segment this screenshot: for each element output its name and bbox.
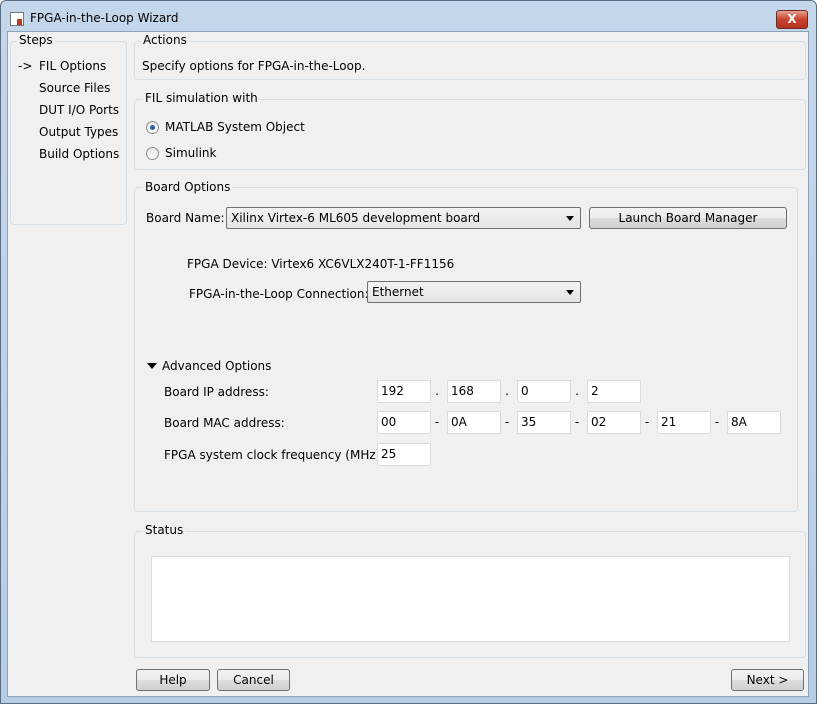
step-fil-options[interactable]: FIL Options (39, 59, 106, 73)
clock-frequency-input[interactable]: 25 (377, 443, 431, 466)
step-build-options[interactable]: Build Options (39, 147, 119, 161)
ip-separator: . (505, 384, 509, 398)
advanced-options-toggle[interactable]: Advanced Options (162, 359, 271, 373)
mac-separator: - (644, 415, 650, 429)
status-text-area[interactable] (151, 556, 790, 642)
status-title: Status (143, 523, 186, 537)
radio-matlab-system-object[interactable] (146, 121, 159, 134)
window-title: FPGA-in-the-Loop Wizard (30, 11, 179, 25)
step-source-files[interactable]: Source Files (39, 81, 110, 95)
expand-triangle-icon[interactable] (147, 363, 157, 369)
clock-frequency-label: FPGA system clock frequency (MHz) (164, 448, 381, 462)
actions-panel: Actions Specify options for FPGA-in-the-… (134, 33, 806, 80)
launch-board-manager-button[interactable]: Launch Board Manager (589, 207, 787, 229)
step-dut-io-ports[interactable]: DUT I/O Ports (39, 103, 119, 117)
status-panel: Status (134, 523, 806, 658)
steps-panel: Steps -> FIL Options Source Files DUT I/… (10, 33, 127, 225)
fil-simulation-panel: FIL simulation with MATLAB System Object… (134, 91, 806, 170)
connection-value: Ethernet (372, 285, 424, 299)
radio-label-matlab[interactable]: MATLAB System Object (165, 120, 305, 134)
ip-octet-2[interactable]: 168 (447, 380, 501, 403)
ip-octet-1[interactable]: 192 (377, 380, 431, 403)
mac-byte-2[interactable]: 0A (447, 411, 501, 434)
steps-title: Steps (17, 33, 55, 47)
radio-simulink[interactable] (146, 147, 159, 160)
fpga-device-text: FPGA Device: Virtex6 XC6VLX240T-1-FF1156 (187, 257, 455, 271)
actions-title: Actions (141, 33, 189, 47)
close-button[interactable]: X (776, 10, 808, 29)
actions-text: Specify options for FPGA-in-the-Loop. (142, 59, 366, 73)
step-output-types[interactable]: Output Types (39, 125, 118, 139)
title-bar[interactable]: FPGA-in-the-Loop Wizard X (1, 1, 816, 33)
board-ip-label: Board IP address: (164, 385, 269, 399)
board-name-dropdown[interactable]: Xilinx Virtex-6 ML605 development board (226, 207, 581, 229)
connection-label: FPGA-in-the-Loop Connection: (189, 287, 369, 301)
board-name-value: Xilinx Virtex-6 ML605 development board (231, 211, 481, 225)
ip-octet-3[interactable]: 0 (517, 380, 571, 403)
board-name-label: Board Name: (146, 211, 225, 225)
mac-byte-5[interactable]: 21 (657, 411, 711, 434)
chevron-down-icon (566, 290, 574, 295)
current-step-marker: -> (18, 59, 33, 73)
ip-separator: . (435, 384, 439, 398)
mac-byte-6[interactable]: 8A (727, 411, 781, 434)
matlab-app-icon (10, 12, 24, 26)
fil-simulation-title: FIL simulation with (143, 91, 260, 105)
mac-separator: - (504, 415, 510, 429)
cancel-button[interactable]: Cancel (217, 669, 290, 691)
mac-separator: - (574, 415, 580, 429)
connection-dropdown[interactable]: Ethernet (367, 281, 581, 303)
mac-byte-4[interactable]: 02 (587, 411, 641, 434)
mac-separator: - (434, 415, 440, 429)
ip-separator: . (575, 384, 579, 398)
board-options-panel: Board Options Board Name: Xilinx Virtex-… (134, 180, 798, 512)
next-button[interactable]: Next > (731, 669, 804, 691)
mac-separator: - (714, 415, 720, 429)
mac-byte-3[interactable]: 35 (517, 411, 571, 434)
board-mac-label: Board MAC address: (164, 416, 285, 430)
radio-label-simulink[interactable]: Simulink (165, 146, 216, 160)
help-button[interactable]: Help (136, 669, 210, 691)
ip-octet-4[interactable]: 2 (587, 380, 641, 403)
board-options-title: Board Options (143, 180, 233, 194)
mac-byte-1[interactable]: 00 (377, 411, 431, 434)
chevron-down-icon (566, 216, 574, 221)
